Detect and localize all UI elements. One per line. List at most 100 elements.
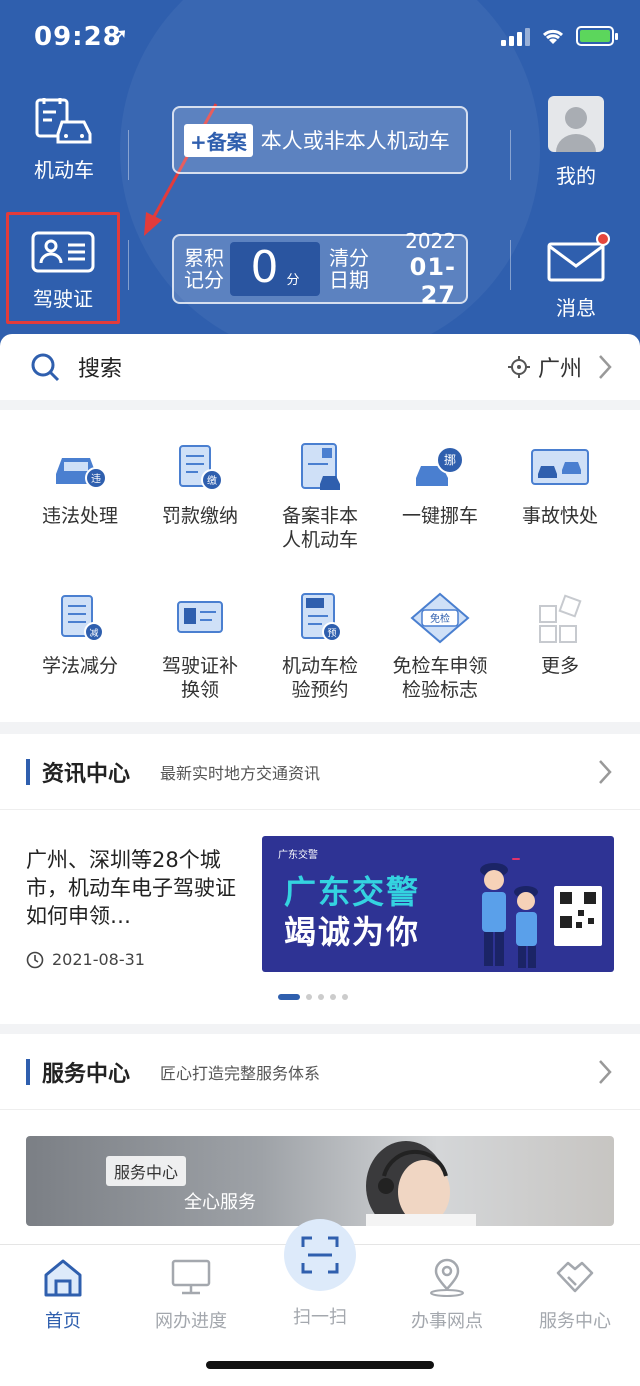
divider <box>510 240 511 290</box>
license-icon <box>31 231 95 273</box>
vehicle-button[interactable]: 机动车 <box>18 96 110 183</box>
location-arrow-icon: ➚ <box>110 24 129 49</box>
service-banner-text: 全心服务 <box>184 1192 256 1213</box>
search-input[interactable]: 搜索 <box>78 351 508 383</box>
tab-home-label: 首页 <box>45 1311 81 1332</box>
chevron-right-icon <box>599 1059 612 1084</box>
carousel-dot <box>342 994 348 1000</box>
service-center-header[interactable]: 服务中心 匠心打造完整服务体系 <box>0 1034 640 1110</box>
score-label: 累积 记分 <box>174 247 230 291</box>
service-more[interactable]: 更多 <box>496 590 624 678</box>
clear-month-day: 01-27 <box>409 253 456 309</box>
scan-icon <box>301 1236 339 1274</box>
inspection-booking-icon: 预 <box>301 593 342 642</box>
news-title: 资讯中心 <box>42 761 131 787</box>
section-marker <box>26 758 30 785</box>
city-selector[interactable]: 广州 <box>538 351 582 383</box>
license-replace-icon <box>177 601 223 633</box>
score-unit: 分 <box>286 273 300 288</box>
locate-icon <box>507 356 530 378</box>
monitor-icon <box>171 1259 211 1295</box>
mail-icon <box>547 242 605 282</box>
divider <box>128 240 129 290</box>
scan-button[interactable] <box>284 1219 356 1291</box>
tab-service-label: 服务中心 <box>539 1311 611 1332</box>
clear-date: 2022 01-27 <box>378 229 466 309</box>
divider <box>510 130 511 180</box>
service-label: 事故快处 <box>521 505 598 527</box>
service-inspection[interactable]: 预 机动车检验预约 <box>256 590 384 702</box>
message-button[interactable]: 消息 <box>536 232 616 321</box>
service-accident[interactable]: 事故快处 <box>496 440 624 528</box>
service-center-title: 服务中心 <box>42 1061 131 1087</box>
home-icon <box>44 1259 82 1297</box>
service-banner[interactable]: 服务中心 全心服务 <box>26 1136 614 1226</box>
home-indicator <box>206 1361 434 1369</box>
tab-outlets[interactable]: 办事网点 <box>392 1257 502 1333</box>
service-center-subtitle: 匠心打造完整服务体系 <box>160 1063 321 1083</box>
service-label: 违法处理 <box>41 505 118 527</box>
score-value: 0 <box>250 242 279 293</box>
service-move-car[interactable]: 挪 一键挪车 <box>376 440 504 528</box>
register-vehicle-card[interactable]: +备案 本人或非本人机动车 <box>172 106 468 174</box>
map-pin-icon <box>430 1258 464 1297</box>
clear-year: 2022 <box>405 229 456 253</box>
study-reduce-icon: 减 <box>61 595 104 642</box>
clock-icon <box>26 951 44 968</box>
more-icon <box>539 594 582 643</box>
mine-label[interactable]: 我的 <box>540 160 612 189</box>
news-header[interactable]: 资讯中心 最新实时地方交通资讯 <box>0 734 640 810</box>
license-button[interactable]: 驾驶证 <box>6 212 120 324</box>
handshake-icon <box>556 1261 594 1293</box>
exempt-sticker-icon: 免检 <box>410 592 470 644</box>
accident-icon <box>531 449 589 485</box>
carousel-dot <box>278 994 300 1000</box>
service-violation[interactable]: 违 违法处理 <box>16 440 144 528</box>
tab-outlets-label: 办事网点 <box>411 1311 483 1332</box>
service-study-reduce[interactable]: 减 学法减分 <box>16 590 144 678</box>
score-card[interactable]: 累积 记分 0 分 清分 日期 2022 01-27 <box>172 229 468 309</box>
service-label: 更多 <box>540 655 579 677</box>
status-time: 09:28 <box>34 22 122 52</box>
carousel-dots[interactable] <box>278 994 348 1000</box>
register-vehicle-icon <box>301 443 340 490</box>
svg-text:减: 减 <box>89 627 98 639</box>
news-banner[interactable]: 广东交警 广东交警 竭诚为你 <box>262 836 614 972</box>
signal-icon <box>501 26 530 46</box>
tab-home[interactable]: 首页 <box>8 1257 118 1333</box>
divider <box>128 130 129 180</box>
tab-progress-label: 网办进度 <box>155 1311 227 1332</box>
wifi-icon <box>542 29 564 44</box>
service-center-section: 服务中心 匠心打造完整服务体系 服务中心 全心服务 <box>0 1034 640 1244</box>
service-label: 免检车申领检验标志 <box>392 655 488 701</box>
chevron-right-icon <box>599 355 612 379</box>
clear-label: 清分 日期 <box>320 247 378 291</box>
service-exempt[interactable]: 免检 免检车申领检验标志 <box>376 590 504 702</box>
unread-dot <box>596 232 610 246</box>
services-grid: 违 违法处理 缴 罚款缴纳 备案非本人机动车 挪 一键挪车 事故快处 减 学法减… <box>0 410 640 722</box>
search-bar[interactable]: 搜索 广州 <box>0 334 640 400</box>
svg-text:预: 预 <box>327 628 336 639</box>
service-label: 机动车检验预约 <box>281 655 358 701</box>
clear-label-line: 日期 <box>329 268 369 292</box>
tab-scan-label[interactable]: 扫一扫 <box>264 1303 376 1329</box>
score-box: 0 分 <box>230 242 320 296</box>
score-label-line: 累积 <box>184 246 224 270</box>
section-marker <box>26 1058 30 1085</box>
tab-progress[interactable]: 网办进度 <box>136 1257 246 1333</box>
vehicle-icon <box>35 98 92 144</box>
register-text: 本人或非本人机动车 <box>260 129 450 153</box>
score-label-line: 记分 <box>184 268 224 292</box>
service-fine[interactable]: 缴 罚款缴纳 <box>136 440 264 528</box>
carousel-dot <box>330 994 336 1000</box>
service-license-replace[interactable]: 驾驶证补换领 <box>136 590 264 702</box>
service-label: 学法减分 <box>41 655 118 677</box>
news-headline[interactable]: 广州、深圳等28个城市，机动车电子驾驶证如何申领… <box>26 846 238 930</box>
tab-service[interactable]: 服务中心 <box>520 1257 630 1333</box>
avatar[interactable] <box>548 96 604 152</box>
news-date-text: 2021-08-31 <box>52 950 145 969</box>
service-register[interactable]: 备案非本人机动车 <box>256 440 384 552</box>
status-indicators <box>501 26 618 46</box>
banner-headline: 广东交警 竭诚为你 <box>284 872 420 952</box>
move-car-icon: 挪 <box>416 446 464 486</box>
